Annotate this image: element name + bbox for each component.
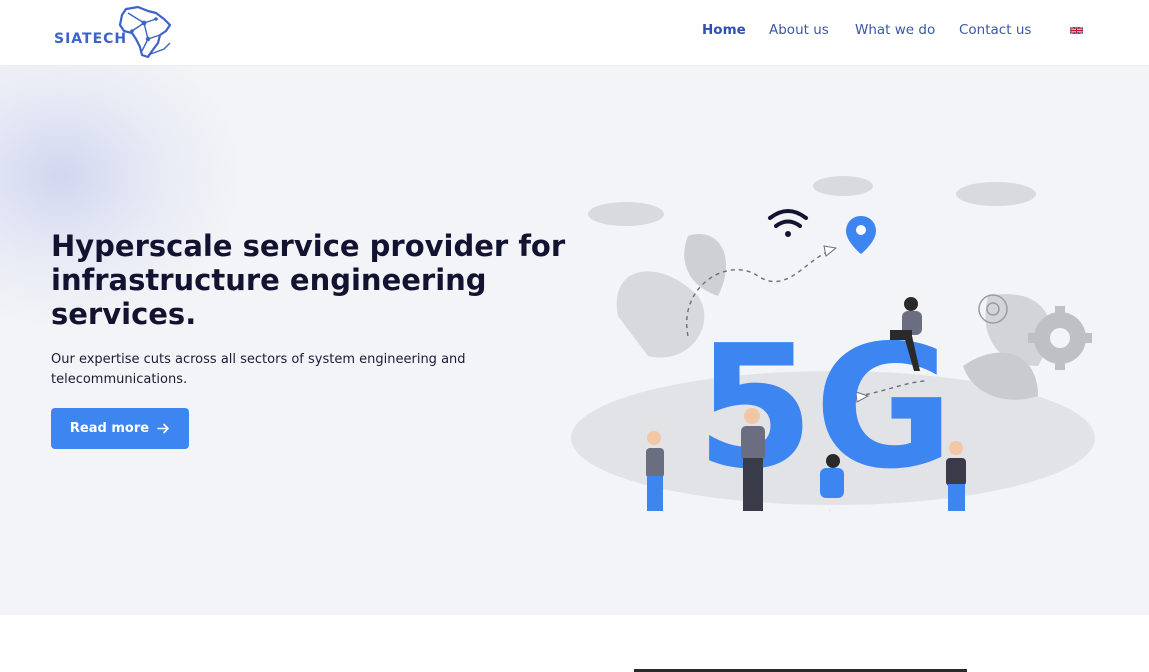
wifi-icon (768, 209, 808, 237)
uk-flag-icon[interactable] (1070, 26, 1083, 35)
nav-contact-us-link[interactable]: Contact us (959, 22, 1031, 38)
nav-what-we-do-link[interactable]: What we do (855, 22, 935, 38)
main-navigation: Home About us What we do Contact us (0, 22, 1149, 42)
paper-plane-icon (823, 245, 838, 257)
nav-home-link[interactable]: Home (702, 22, 746, 38)
arrow-right-icon (157, 423, 169, 434)
cloud-icon (813, 176, 873, 196)
leaf-shape (616, 271, 705, 358)
site-header: SIATECH Home About us What we do Contact… (0, 0, 1149, 66)
leaf-shape (684, 234, 727, 296)
read-more-button[interactable]: Read more (51, 408, 189, 449)
nav-about-us-link[interactable]: About us (769, 22, 829, 38)
cloud-icon (956, 182, 1036, 206)
cloud-icon (588, 202, 664, 226)
read-more-label: Read more (69, 421, 150, 436)
5g-network-illustration: 5G (571, 176, 1095, 511)
hero-description: Our expertise cuts across all sectors of… (51, 352, 466, 387)
hero-title: Hyperscale service provider for infrastr… (51, 229, 566, 331)
hero-section: Hyperscale service provider for infrastr… (0, 66, 1149, 615)
